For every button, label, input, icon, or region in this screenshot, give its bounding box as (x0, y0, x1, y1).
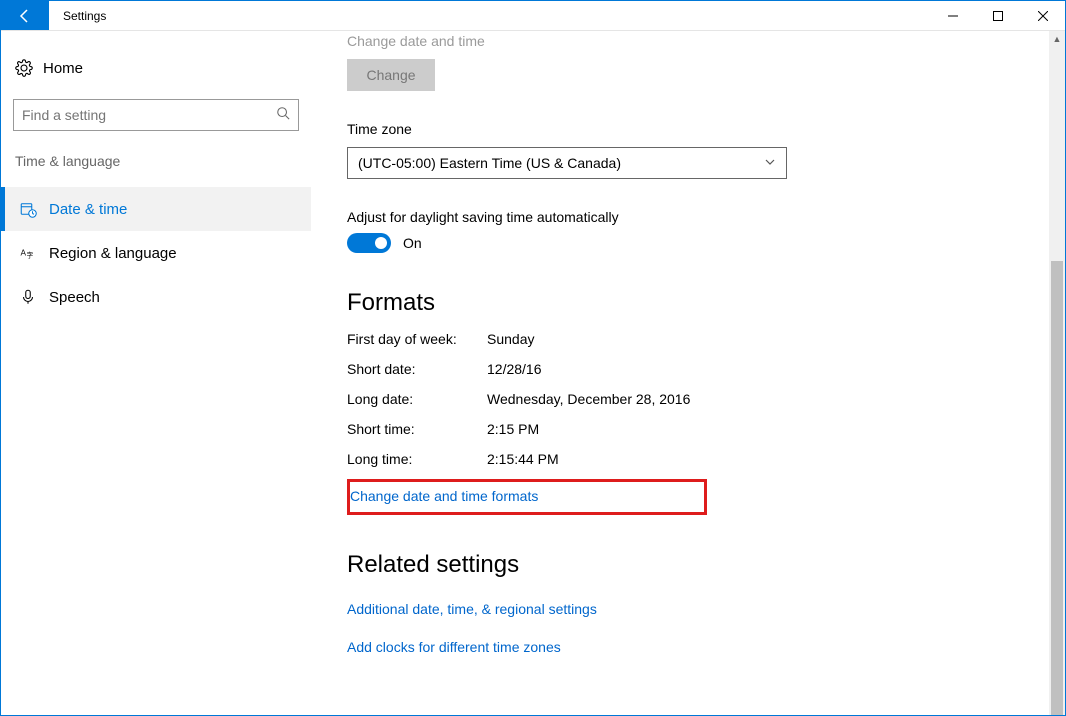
sidebar-item-label: Speech (49, 289, 100, 306)
chevron-down-icon (764, 155, 776, 171)
dst-toggle-state: On (403, 235, 422, 251)
change-button: Change (347, 59, 435, 91)
home-nav[interactable]: Home (1, 53, 311, 83)
format-key: Long time: (347, 451, 487, 467)
add-clocks-link[interactable]: Add clocks for different time zones (347, 639, 1065, 655)
sidebar-item-speech[interactable]: Speech (1, 275, 311, 319)
format-key: Short date: (347, 361, 487, 377)
format-row-short-time: Short time: 2:15 PM (347, 421, 1065, 437)
sidebar-item-label: Date & time (49, 201, 127, 218)
content-area: Home Time & language Date & time A字 Regi… (1, 31, 1065, 715)
language-icon: A字 (19, 244, 49, 262)
toggle-knob (375, 237, 387, 249)
sidebar-item-label: Region & language (49, 245, 177, 262)
format-value: Wednesday, December 28, 2016 (487, 391, 1065, 407)
formats-header: Formats (347, 289, 1065, 317)
minimize-button[interactable] (930, 1, 975, 30)
format-row-short-date: Short date: 12/28/16 (347, 361, 1065, 377)
format-value: Sunday (487, 331, 1065, 347)
related-settings-header: Related settings (347, 551, 1065, 579)
change-date-time-label: Change date and time (347, 33, 1065, 49)
arrow-left-icon (17, 8, 33, 24)
calendar-clock-icon (19, 200, 49, 218)
minimize-icon (948, 11, 958, 21)
dst-toggle[interactable] (347, 233, 391, 253)
titlebar: Settings (1, 1, 1065, 31)
back-button[interactable] (1, 1, 49, 30)
timezone-label: Time zone (347, 121, 1065, 137)
sidebar-item-date-time[interactable]: Date & time (1, 187, 311, 231)
microphone-icon (19, 288, 49, 306)
timezone-dropdown[interactable]: (UTC-05:00) Eastern Time (US & Canada) (347, 147, 787, 179)
main-panel: Change date and time Change Time zone (U… (311, 31, 1065, 715)
svg-text:A: A (21, 248, 27, 257)
additional-settings-link[interactable]: Additional date, time, & regional settin… (347, 601, 1065, 617)
annotation-highlight: Change date and time formats (347, 479, 707, 515)
scrollbar[interactable]: ▲ (1049, 31, 1065, 715)
format-row-long-date: Long date: Wednesday, December 28, 2016 (347, 391, 1065, 407)
format-row-first-day: First day of week: Sunday (347, 331, 1065, 347)
close-button[interactable] (1020, 1, 1065, 30)
scroll-thumb[interactable] (1051, 261, 1063, 715)
scroll-up-icon[interactable]: ▲ (1049, 31, 1065, 47)
dst-label: Adjust for daylight saving time automati… (347, 209, 1065, 225)
sidebar-item-region-language[interactable]: A字 Region & language (1, 231, 311, 275)
search-input[interactable] (22, 107, 276, 123)
format-key: First day of week: (347, 331, 487, 347)
format-value: 2:15 PM (487, 421, 1065, 437)
window-title: Settings (49, 1, 106, 30)
home-label: Home (43, 60, 83, 77)
format-key: Long date: (347, 391, 487, 407)
sidebar: Home Time & language Date & time A字 Regi… (1, 31, 311, 715)
gear-icon (15, 59, 43, 77)
category-label: Time & language (1, 153, 311, 187)
maximize-icon (993, 11, 1003, 21)
close-icon (1038, 11, 1048, 21)
format-value: 12/28/16 (487, 361, 1065, 377)
format-key: Short time: (347, 421, 487, 437)
svg-text:字: 字 (27, 251, 34, 260)
format-row-long-time: Long time: 2:15:44 PM (347, 451, 1065, 467)
search-icon (276, 106, 290, 125)
maximize-button[interactable] (975, 1, 1020, 30)
format-value: 2:15:44 PM (487, 451, 1065, 467)
change-formats-link[interactable]: Change date and time formats (350, 488, 538, 504)
timezone-value: (UTC-05:00) Eastern Time (US & Canada) (358, 155, 764, 171)
search-input-container[interactable] (13, 99, 299, 131)
